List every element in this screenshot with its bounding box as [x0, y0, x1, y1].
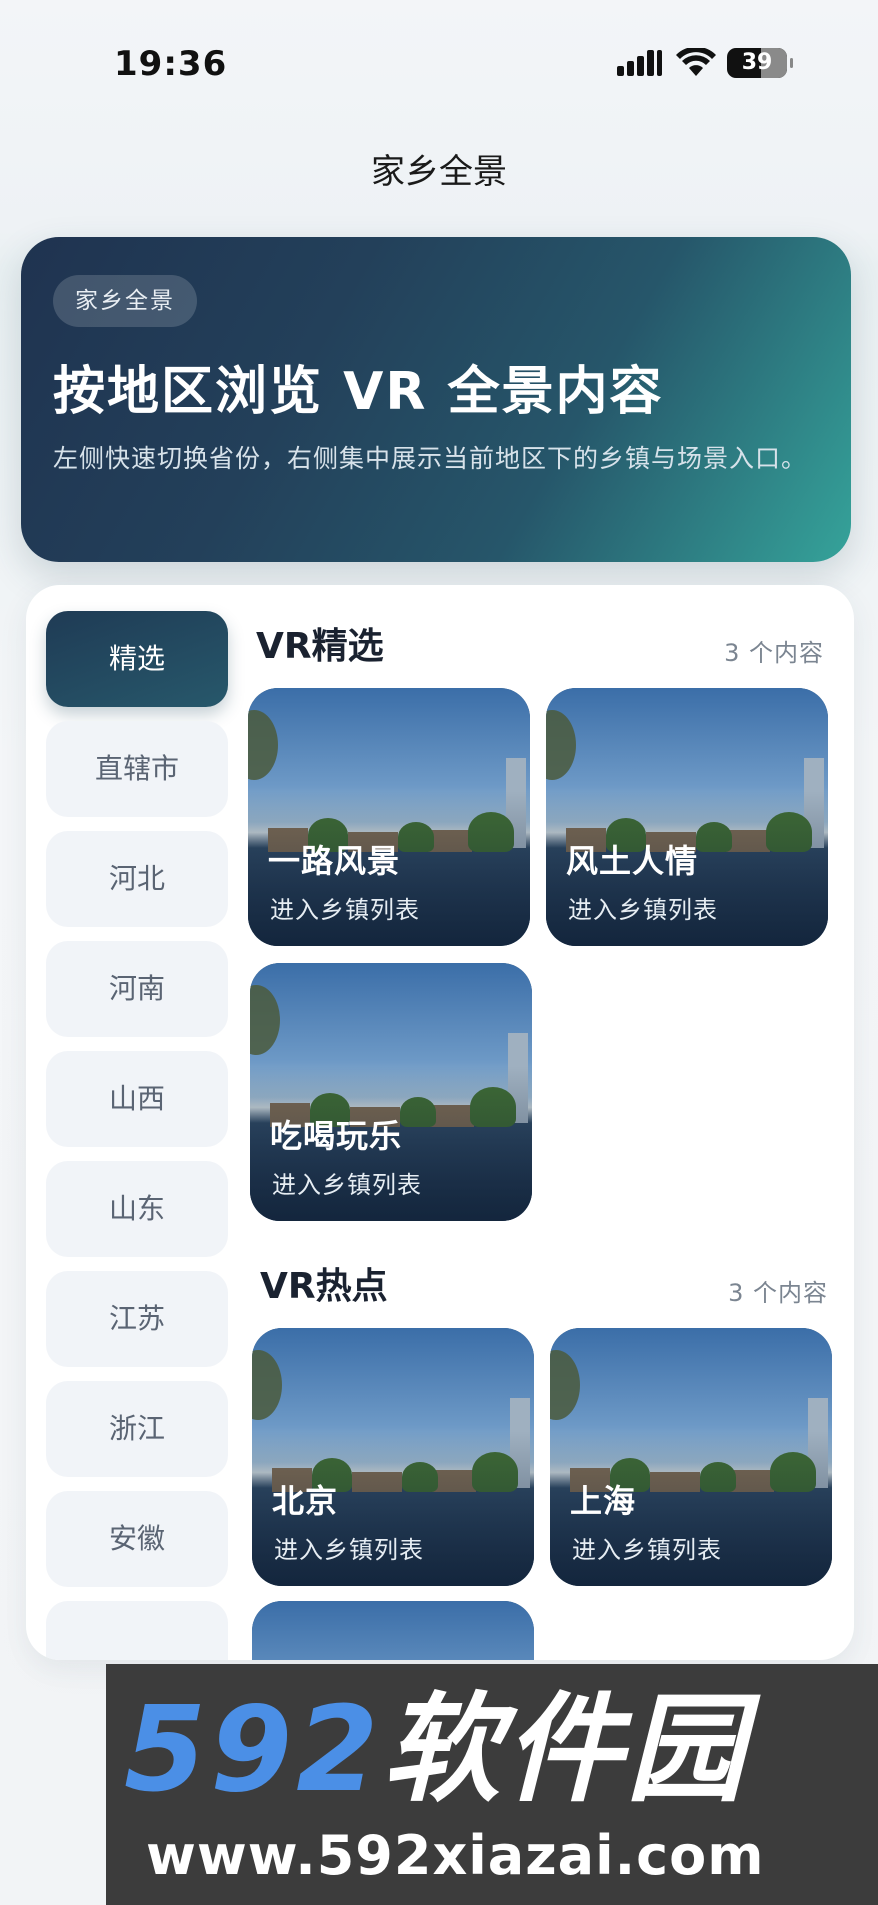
- card-subtitle: 进入乡镇列表: [274, 1536, 424, 1564]
- card-title: 吃喝玩乐: [270, 1117, 403, 1155]
- card-subtitle: 进入乡镇列表: [272, 1171, 422, 1199]
- card-title: 北京: [272, 1482, 339, 1520]
- content-area: VR精选 3 个内容 一路风景 进入乡镇列表 风土人情 进入乡镇列表 吃喝玩乐 …: [248, 585, 854, 1660]
- sidebar-item-shanxi[interactable]: 山西: [46, 1051, 228, 1147]
- vr-card[interactable]: 吃喝玩乐 进入乡镇列表: [250, 963, 532, 1221]
- cellular-signal-icon: [617, 50, 663, 76]
- status-bar: 19:36 39: [0, 0, 878, 130]
- watermark-logo: 592软件园: [124, 1680, 749, 1818]
- sidebar-item-shandong[interactable]: 山东: [46, 1161, 228, 1257]
- vr-card[interactable]: 北京 进入乡镇列表: [252, 1328, 534, 1586]
- hero-banner: 家乡全景 按地区浏览 VR 全景内容 左侧快速切换省份，右侧集中展示当前地区下的…: [21, 237, 851, 562]
- vr-card[interactable]: 一路风景 进入乡镇列表: [248, 688, 530, 946]
- vr-card[interactable]: 上海 进入乡镇列表: [550, 1328, 832, 1586]
- sidebar-item-anhui[interactable]: 安徽: [46, 1491, 228, 1587]
- vr-card[interactable]: 风土人情 进入乡镇列表: [546, 688, 828, 946]
- card-subtitle: 进入乡镇列表: [568, 896, 718, 924]
- card-title: 风土人情: [566, 842, 699, 880]
- watermark-url: www.592xiazai.com: [146, 1824, 765, 1887]
- sidebar-item-partial[interactable]: [46, 1601, 228, 1660]
- card-subtitle: 进入乡镇列表: [270, 896, 420, 924]
- card-title: 上海: [570, 1482, 637, 1520]
- sidebar-item-hebei[interactable]: 河北: [46, 831, 228, 927]
- watermark-banner: 592软件园 www.592xiazai.com: [106, 1664, 878, 1905]
- section-count: 3 个内容: [724, 639, 824, 667]
- sidebar-item-zhejiang[interactable]: 浙江: [46, 1381, 228, 1477]
- status-time: 19:36: [114, 44, 228, 84]
- hero-description: 左侧快速切换省份，右侧集中展示当前地区下的乡镇与场景入口。: [53, 444, 808, 473]
- card-title: 一路风景: [268, 842, 401, 880]
- battery-level: 39: [741, 50, 773, 75]
- page-title: 家乡全景: [371, 152, 507, 192]
- section-title: VR热点: [260, 1266, 388, 1307]
- vr-card-partial[interactable]: [252, 1601, 534, 1660]
- section-title: VR精选: [256, 626, 384, 667]
- wifi-icon: [676, 48, 716, 76]
- section-count: 3 个内容: [728, 1279, 828, 1307]
- card-subtitle: 进入乡镇列表: [572, 1536, 722, 1564]
- sidebar-item-featured[interactable]: 精选: [46, 611, 228, 707]
- hero-title: 按地区浏览 VR 全景内容: [53, 362, 664, 422]
- battery-icon: 39: [727, 48, 793, 78]
- hero-badge: 家乡全景: [53, 275, 197, 327]
- sidebar-item-jiangsu[interactable]: 江苏: [46, 1271, 228, 1367]
- sidebar-item-henan[interactable]: 河南: [46, 941, 228, 1037]
- content-panel: 精选 直辖市 河北 河南 山西 山东 江苏 浙江 安徽 VR精选 3 个内容 一…: [26, 585, 854, 1660]
- sidebar-item-municipalities[interactable]: 直辖市: [46, 721, 228, 817]
